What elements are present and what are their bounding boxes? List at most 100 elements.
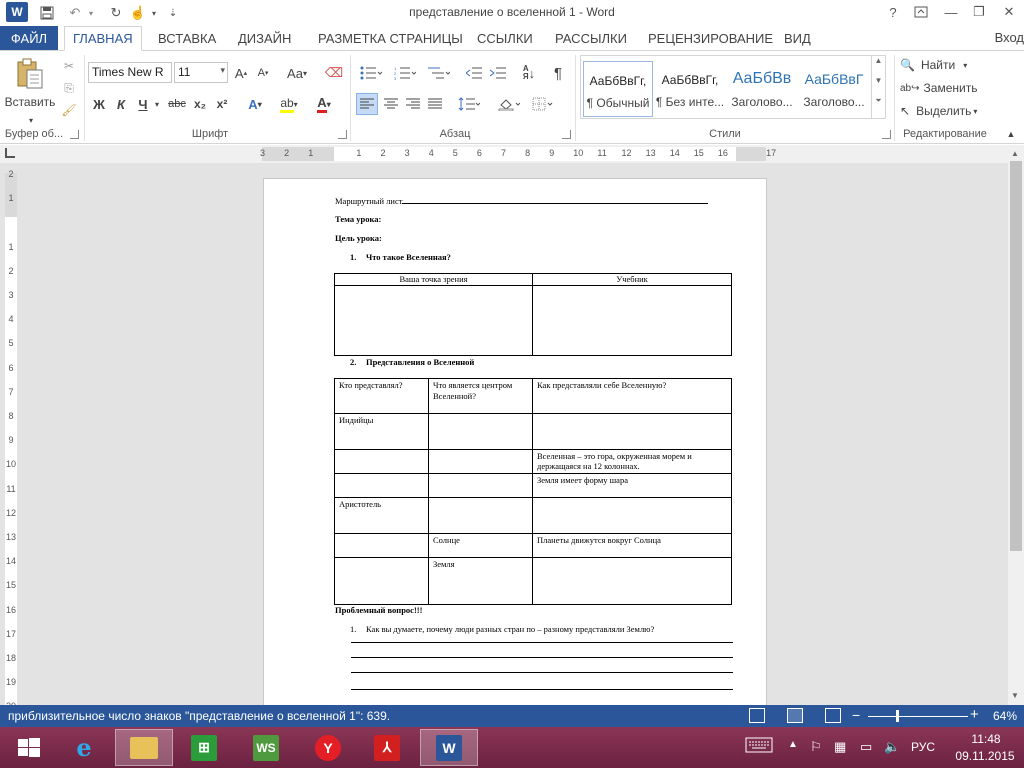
styles-dialog-launcher[interactable]	[882, 130, 891, 139]
document-page[interactable]: Маршрутный лист Тема урока: Цель урока: …	[263, 178, 767, 705]
tab-design[interactable]: ДИЗАЙН	[230, 26, 299, 50]
taskbar-yandex[interactable]: Y	[299, 729, 357, 766]
vertical-ruler[interactable]: 21123456789101112131415161718192021	[5, 169, 17, 705]
tab-selector[interactable]	[5, 148, 15, 158]
scroll-up-icon[interactable]: ▲	[1011, 149, 1019, 158]
font-color-icon[interactable]: A ▾	[310, 93, 338, 115]
zoom-out-button[interactable]: −	[852, 707, 860, 723]
taskbar-ie[interactable]: e	[55, 729, 113, 766]
tab-references[interactable]: ССЫЛКИ	[469, 26, 541, 50]
table-cell[interactable]: Индийцы	[334, 413, 429, 450]
battery-icon[interactable]: ▭	[860, 739, 872, 755]
line-spacing-icon[interactable]	[454, 93, 484, 115]
multilevel-list-icon[interactable]	[424, 62, 454, 84]
zoom-level[interactable]: 64%	[993, 709, 1017, 723]
collapse-ribbon-icon[interactable]: ▲	[1004, 123, 1018, 145]
start-button[interactable]	[0, 729, 58, 766]
increase-indent-icon[interactable]	[488, 62, 508, 84]
align-left-icon[interactable]	[356, 93, 378, 115]
table-cell[interactable]	[428, 449, 533, 474]
align-right-icon[interactable]	[402, 93, 424, 115]
restore-button[interactable]: ❐	[966, 2, 992, 22]
zoom-slider-thumb[interactable]	[896, 710, 899, 722]
style-normal[interactable]: АаБбВвГг, ¶ Обычный	[583, 61, 653, 117]
borders-icon[interactable]	[528, 93, 558, 115]
table-cell[interactable]	[334, 285, 533, 356]
tab-page-layout[interactable]: РАЗМЕТКА СТРАНИЦЫ	[310, 26, 471, 50]
paste-icon[interactable]	[10, 57, 50, 91]
help-button[interactable]: ?	[880, 2, 906, 22]
numbering-icon[interactable]: 123	[390, 62, 420, 84]
replace-button[interactable]: ab↪ Заменить	[900, 77, 990, 99]
keyboard-icon[interactable]	[745, 737, 773, 756]
styles-more-icon[interactable]: ⏷	[872, 96, 885, 116]
table-cell[interactable]	[428, 473, 533, 498]
ribbon-display-options-icon[interactable]	[908, 2, 934, 22]
tab-insert[interactable]: ВСТАВКА	[150, 26, 224, 50]
zoom-in-button[interactable]: +	[970, 706, 979, 723]
highlight-color-icon[interactable]: ab ▾	[274, 93, 304, 115]
subscript-button[interactable]: x₂	[190, 93, 210, 115]
style-heading-1[interactable]: АаБбВв Заголово...	[727, 61, 797, 117]
font-size-box[interactable]: 11 ▾	[174, 62, 228, 83]
tab-view[interactable]: ВИД	[776, 26, 819, 50]
scroll-down-icon[interactable]: ▼	[1011, 691, 1019, 700]
tab-home[interactable]: ГЛАВНАЯ	[64, 26, 142, 51]
grow-font-button[interactable]: A ▴	[232, 62, 250, 84]
find-button[interactable]: 🔍 Найти ▾	[900, 54, 980, 76]
shrink-font-button[interactable]: A ▾	[254, 62, 272, 84]
table-cell[interactable]: Солнце	[428, 533, 533, 558]
network-icon[interactable]: ▦	[834, 739, 846, 755]
taskbar-acrobat[interactable]: ⅄	[358, 729, 416, 766]
web-layout-icon[interactable]	[825, 708, 841, 723]
taskbar-wps[interactable]: WS	[237, 729, 295, 766]
read-mode-icon[interactable]	[749, 708, 765, 723]
taskbar-word[interactable]: W	[420, 729, 478, 766]
superscript-button[interactable]: x²	[212, 93, 232, 115]
table-cell[interactable]	[532, 413, 732, 450]
table-cell[interactable]	[334, 473, 429, 498]
table-cell[interactable]	[334, 533, 429, 558]
table-cell[interactable]: Земля имеет форму шара	[532, 473, 732, 498]
minimize-button[interactable]: —	[938, 2, 964, 22]
align-center-icon[interactable]	[380, 93, 402, 115]
style-no-spacing[interactable]: АаБбВвГг, ¶ Без инте...	[655, 61, 725, 117]
language-indicator[interactable]: РУС	[911, 740, 935, 754]
clipboard-dialog-launcher[interactable]	[70, 130, 79, 139]
action-center-icon[interactable]: ⚐	[810, 739, 822, 755]
italic-button[interactable]: К	[112, 93, 130, 115]
zoom-slider[interactable]	[868, 716, 968, 717]
style-heading-2[interactable]: АаБбВвГ Заголово...	[799, 61, 869, 117]
table-cell[interactable]: Планеты движутся вокруг Солнца	[532, 533, 732, 558]
table-cell[interactable]: Аристотель	[334, 497, 429, 534]
taskbar-explorer[interactable]	[115, 729, 173, 766]
tab-review[interactable]: РЕЦЕНЗИРОВАНИЕ	[640, 26, 781, 50]
table-cell[interactable]: Земля	[428, 557, 533, 605]
table-cell[interactable]	[532, 285, 732, 356]
table-cell[interactable]	[334, 557, 429, 605]
strikethrough-button[interactable]: abc	[166, 93, 188, 115]
table-cell[interactable]	[428, 413, 533, 450]
clock-date[interactable]: 09.11.2015	[952, 749, 1018, 763]
select-button[interactable]: ↖ Выделить ▾	[900, 100, 994, 122]
table-cell[interactable]: Вселенная – это гора, окруженная морем и…	[532, 449, 732, 474]
bold-button[interactable]: Ж	[90, 93, 108, 115]
styles-scroll-down-icon[interactable]: ▼	[872, 76, 885, 96]
tab-file[interactable]: ФАЙЛ	[0, 26, 58, 50]
horizontal-ruler[interactable]: 3 2 1 1 2 3 4 5 6 7 8 9 10 11 12 13 14 15 16 17	[260, 147, 776, 161]
show-hidden-icons[interactable]: ▲	[788, 739, 798, 750]
volume-icon[interactable]: 🔈	[884, 739, 900, 755]
font-name-box[interactable]: Times New R	[88, 62, 172, 83]
format-painter-icon[interactable]: 🖌	[60, 99, 78, 121]
clear-formatting-icon[interactable]: ⌫	[324, 62, 344, 84]
vertical-scrollbar[interactable]: ▲ ▼	[1008, 145, 1024, 705]
close-button[interactable]: ✕	[996, 2, 1022, 22]
show-formatting-marks-button[interactable]: ¶	[548, 62, 568, 84]
paragraph-dialog-launcher[interactable]	[562, 130, 571, 139]
bullets-icon[interactable]	[356, 62, 386, 84]
text-effects-icon[interactable]: A ▾	[244, 93, 266, 115]
table-cell[interactable]	[334, 449, 429, 474]
shading-icon[interactable]	[494, 93, 524, 115]
scrollbar-thumb[interactable]	[1010, 161, 1022, 551]
copy-icon[interactable]: ⎘	[60, 77, 78, 99]
